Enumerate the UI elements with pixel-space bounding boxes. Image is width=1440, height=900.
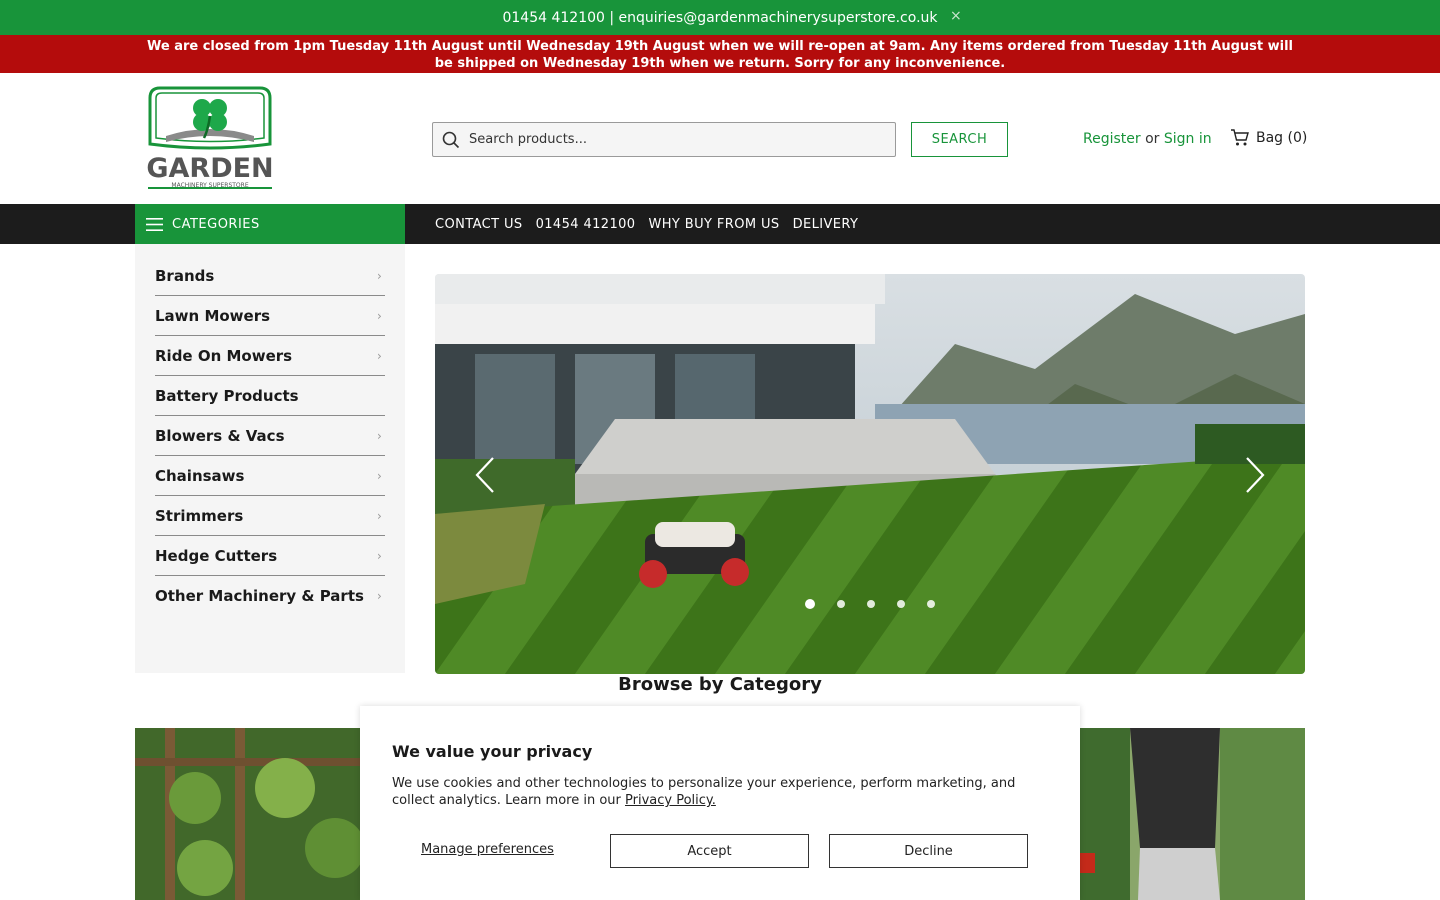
chevron-right-icon: › — [377, 348, 382, 363]
sidebar-item-label: Lawn Mowers — [155, 306, 271, 325]
sidebar-item-label: Other Machinery & Parts — [155, 587, 364, 605]
browse-category-heading: Browse by Category — [618, 674, 822, 695]
category-tile-image — [135, 728, 375, 900]
slider-dot-1[interactable] — [805, 599, 815, 609]
sidebar-item-label: Brands — [155, 266, 215, 285]
chevron-right-icon: › — [377, 308, 382, 323]
category-sidebar: Brands › Lawn Mowers › Ride On Mowers › Bat… — [135, 244, 405, 673]
account-links: Register or Sign in — [1083, 131, 1212, 147]
categories-button[interactable]: CATEGORIES — [135, 204, 405, 244]
sidebar-item-brands[interactable]: Brands › — [155, 256, 385, 296]
chevron-right-icon: › — [377, 268, 382, 283]
search-button[interactable]: SEARCH — [911, 122, 1008, 157]
slider-dot-2[interactable] — [837, 600, 845, 608]
category-tile-hedge[interactable] — [135, 728, 375, 900]
signin-link[interactable]: Sign in — [1164, 131, 1212, 147]
sidebar-item-label: Blowers & Vacs — [155, 426, 285, 445]
bag-label: Bag (0) — [1256, 130, 1308, 146]
sidebar-item-other-machinery[interactable]: Other Machinery & Parts › — [155, 576, 385, 616]
accept-button[interactable]: Accept — [610, 834, 809, 868]
slider-dot-5[interactable] — [927, 600, 935, 608]
sidebar-item-lawn-mowers[interactable]: Lawn Mowers › — [155, 296, 385, 336]
slider-next-arrow-icon[interactable] — [1243, 455, 1267, 495]
cookie-consent-panel: We value your privacy We use cookies and… — [360, 706, 1080, 900]
closure-notice-text: We are closed from 1pm Tuesday 11th Augu… — [146, 39, 1294, 71]
manage-preferences-link[interactable]: Manage preferences — [421, 842, 554, 857]
close-icon[interactable]: × — [950, 8, 962, 24]
top-contact-bar: 01454 412100 | enquiries@gardenmachinery… — [0, 0, 1440, 35]
cookie-body: We use cookies and other technologies to… — [392, 775, 1032, 809]
search-icon[interactable] — [433, 123, 469, 156]
nav-phone[interactable]: 01454 412100 — [536, 217, 636, 232]
sidebar-item-chainsaws[interactable]: Chainsaws › — [155, 456, 385, 496]
top-contact-text[interactable]: 01454 412100 | enquiries@gardenmachinery… — [502, 10, 937, 26]
chevron-right-icon: › — [377, 468, 382, 483]
decline-button[interactable]: Decline — [829, 834, 1028, 868]
privacy-policy-link[interactable]: Privacy Policy. — [625, 793, 716, 808]
account-or: or — [1145, 131, 1160, 147]
sidebar-item-label: Hedge Cutters — [155, 546, 278, 565]
slider-prev-arrow-icon[interactable] — [473, 455, 497, 495]
closure-notice: We are closed from 1pm Tuesday 11th Augu… — [0, 35, 1440, 73]
sidebar-item-hedge-cutters[interactable]: Hedge Cutters › — [155, 536, 385, 576]
register-link[interactable]: Register — [1083, 131, 1141, 147]
slider-dots — [805, 599, 935, 609]
sidebar-item-battery-products[interactable]: Battery Products — [155, 376, 385, 416]
search-input[interactable] — [469, 132, 869, 147]
cookie-title: We value your privacy — [392, 742, 593, 761]
svg-text:GARDEN: GARDEN — [146, 153, 273, 184]
nav-links: CONTACT US 01454 412100 WHY BUY FROM US … — [435, 204, 858, 244]
nav-delivery[interactable]: DELIVERY — [793, 217, 859, 232]
nav-why-buy[interactable]: WHY BUY FROM US — [648, 217, 779, 232]
slider-dot-4[interactable] — [897, 600, 905, 608]
sidebar-item-blowers-vacs[interactable]: Blowers & Vacs › — [155, 416, 385, 456]
hero-image — [435, 274, 1305, 674]
sidebar-item-strimmers[interactable]: Strimmers › — [155, 496, 385, 536]
hero-slider[interactable] — [435, 274, 1305, 674]
categories-label: CATEGORIES — [172, 216, 260, 232]
sidebar-item-label: Battery Products — [155, 386, 299, 405]
category-tile-image — [1070, 728, 1305, 900]
sidebar-item-label: Ride On Mowers — [155, 346, 293, 365]
search-box — [432, 122, 896, 157]
chevron-right-icon: › — [377, 548, 382, 563]
sidebar-item-label: Chainsaws — [155, 466, 245, 485]
bag-button[interactable]: Bag (0) — [1230, 129, 1307, 147]
clover-logo-icon: GARDEN MACHINERY SUPERSTORE — [146, 86, 274, 189]
site-logo[interactable]: GARDEN MACHINERY SUPERSTORE — [146, 86, 274, 190]
nav-contact-us[interactable]: CONTACT US — [435, 217, 523, 232]
slider-dot-3[interactable] — [867, 600, 875, 608]
sidebar-item-ride-on-mowers[interactable]: Ride On Mowers › — [155, 336, 385, 376]
cart-icon — [1231, 129, 1249, 146]
hamburger-icon — [146, 217, 163, 231]
sidebar-item-label: Strimmers — [155, 506, 244, 525]
chevron-right-icon: › — [377, 428, 382, 443]
chevron-right-icon: › — [377, 508, 382, 523]
category-tile-blower[interactable] — [1070, 728, 1305, 900]
chevron-right-icon: › — [377, 589, 382, 603]
